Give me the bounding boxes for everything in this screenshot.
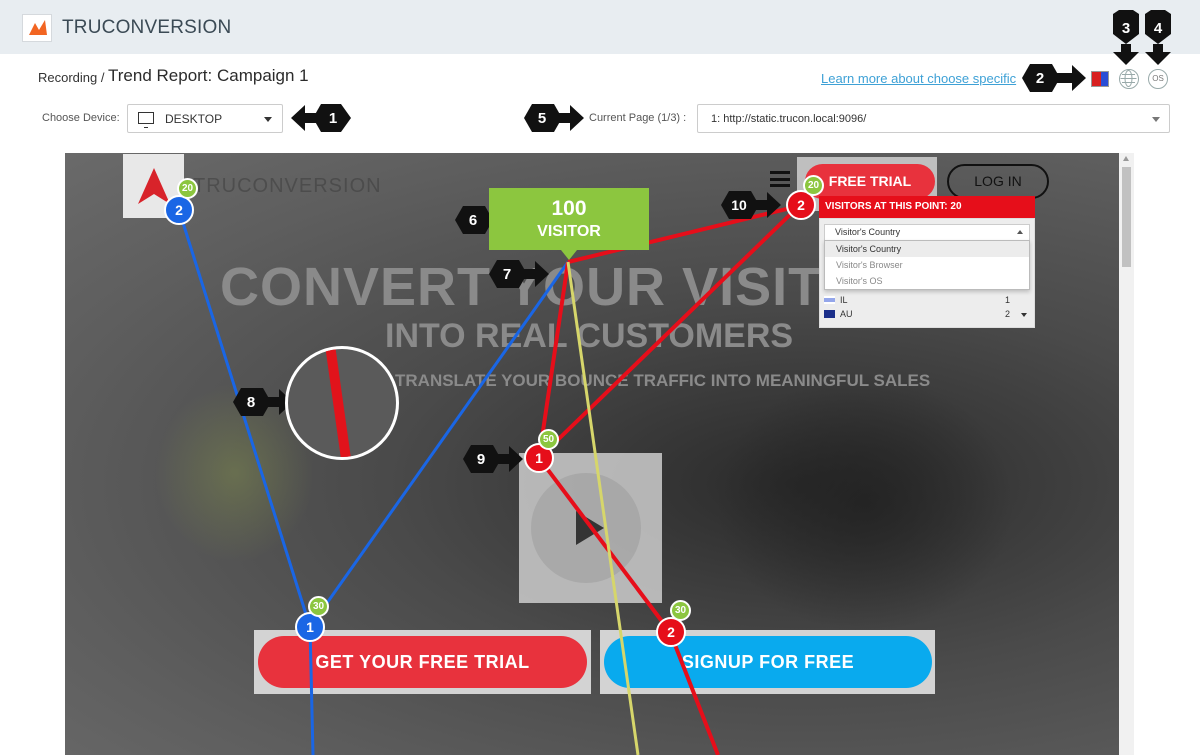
- menu-item-visitor-os[interactable]: Visitor's OS: [825, 273, 1029, 289]
- menu-item-visitor-browser[interactable]: Visitor's Browser: [825, 257, 1029, 273]
- visitor-attribute-menu: Visitor's Country Visitor's Browser Visi…: [824, 240, 1030, 290]
- callout-pointer: [561, 250, 577, 260]
- country-row-au: AU 2: [824, 307, 1014, 321]
- node-visitor-badge: 20: [803, 175, 824, 196]
- node-visitor-badge: 30: [670, 600, 691, 621]
- country-count: 1: [1004, 295, 1010, 305]
- path-node-red-bottom[interactable]: 2: [656, 617, 686, 647]
- annotation-label: 1: [329, 110, 337, 127]
- annotation-1: 1: [291, 104, 351, 132]
- australia-flag-icon: [824, 310, 835, 318]
- country-row-il: IL 1: [824, 293, 1014, 307]
- annotation-2: 2: [1022, 64, 1086, 92]
- annotation-9: 9: [463, 445, 523, 473]
- annotation-label: 6: [469, 212, 477, 229]
- annotation-3: 3: [1113, 10, 1139, 65]
- israel-flag-icon: [824, 296, 835, 304]
- visitor-count-callout: 100 VISITOR: [489, 188, 649, 250]
- visitor-attribute-select[interactable]: Visitor's Country: [824, 224, 1030, 241]
- path-line-red: [537, 456, 672, 634]
- visitors-popup-header: VISITORS AT THIS POINT: 20: [819, 196, 1035, 218]
- visitor-attribute-value: Visitor's Country: [835, 227, 901, 237]
- annotation-5: 5: [524, 104, 584, 132]
- annotation-label: 3: [1122, 20, 1130, 37]
- path-node-blue-top[interactable]: 2: [164, 195, 194, 225]
- annotation-label: 4: [1154, 20, 1163, 37]
- annotation-label: 2: [1036, 70, 1044, 87]
- node-visitor-badge: 50: [538, 429, 559, 450]
- annotation-label: 7: [503, 266, 511, 283]
- country-code: AU: [840, 309, 853, 319]
- annotation-7: 7: [489, 260, 549, 288]
- country-count: 2: [1004, 309, 1010, 319]
- annotation-label: 10: [731, 197, 747, 213]
- visitor-count: 100: [551, 197, 587, 220]
- path-line-blue: [308, 626, 315, 755]
- path-line-red: [668, 631, 720, 755]
- visitor-label: VISITOR: [537, 223, 601, 240]
- annotation-4: 4: [1145, 10, 1171, 65]
- country-code: IL: [840, 295, 848, 305]
- magnified-path: [324, 349, 354, 457]
- path-overlay: 1 2 3 4 5 6 7 8 9 10: [177, 10, 1171, 755]
- annotation-8: 8: [233, 388, 293, 416]
- annotation-10: 10: [721, 191, 781, 219]
- node-visitor-badge: 20: [177, 178, 198, 199]
- caret-down-icon[interactable]: [1021, 313, 1027, 317]
- path-line-red: [537, 261, 570, 459]
- node-visitor-badge: 30: [308, 596, 329, 617]
- annotation-label: 5: [538, 110, 546, 127]
- menu-item-visitor-country[interactable]: Visitor's Country: [825, 241, 1029, 257]
- caret-up-icon: [1017, 230, 1023, 234]
- annotation-label: 9: [477, 451, 485, 468]
- zoom-magnifier: [285, 346, 399, 460]
- annotation-label: 8: [247, 394, 255, 411]
